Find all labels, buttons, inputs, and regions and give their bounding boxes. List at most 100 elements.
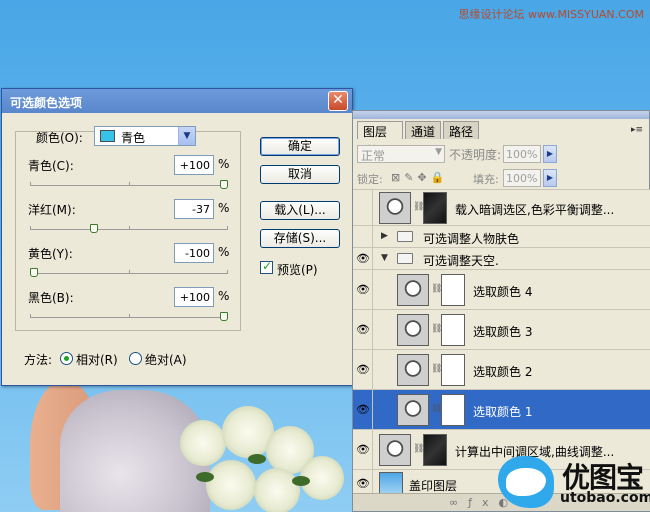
- layer-row[interactable]: 👁 ▼ 可选调整天空.: [353, 247, 650, 269]
- layer-row[interactable]: ▶ 可选调整人物肤色: [353, 225, 650, 247]
- close-icon: ✕: [332, 92, 344, 108]
- logo-name-en: utobao.com: [560, 490, 650, 506]
- rose: [254, 468, 300, 512]
- percent-unit: %: [218, 201, 230, 215]
- eye-icon: 👁: [356, 363, 370, 376]
- slider-tick: [30, 314, 31, 317]
- visibility-toggle[interactable]: 👁: [353, 350, 373, 389]
- leaf: [196, 472, 214, 482]
- site-watermark: 思缘设计论坛 www.MISSYUAN.COM: [458, 8, 644, 21]
- layer-row[interactable]: 👁 ⛓ 选取颜色 3: [353, 309, 650, 349]
- percent-unit: %: [218, 157, 230, 171]
- method-relative-radio[interactable]: [60, 352, 73, 365]
- visibility-toggle[interactable]: [353, 190, 373, 225]
- layer-mask-thumbnail: [423, 434, 447, 466]
- visibility-toggle[interactable]: 👁: [353, 390, 373, 429]
- tab-channels[interactable]: 通道: [405, 121, 441, 139]
- method-absolute-radio[interactable]: [129, 352, 142, 365]
- slider-label: 青色(C):: [28, 159, 74, 173]
- opacity-label: 不透明度:: [449, 148, 502, 162]
- save-button[interactable]: 存储(S)...: [260, 229, 340, 248]
- adjustment-layer-icon: [379, 192, 411, 224]
- layer-row[interactable]: 👁 ⛓ 选取颜色 2: [353, 349, 650, 389]
- tab-paths[interactable]: 路径: [443, 121, 479, 139]
- load-button[interactable]: 载入(L)...: [260, 201, 340, 220]
- panel-menu-icon[interactable]: ▸≡: [631, 125, 643, 135]
- layer-row[interactable]: 👁 ⛓ 选取颜色 4: [353, 269, 650, 309]
- slider-track[interactable]: [30, 273, 228, 274]
- visibility-toggle[interactable]: 👁: [353, 310, 373, 349]
- slider-track[interactable]: [30, 317, 228, 318]
- opacity-input[interactable]: 100%: [503, 145, 541, 163]
- slider-tick: [30, 226, 31, 229]
- adjustment-layer-icon: [379, 434, 411, 466]
- slider-tick: [30, 182, 31, 185]
- tab-layers-label: 图层: [363, 125, 388, 139]
- tab-layers[interactable]: 图层×: [357, 121, 403, 154]
- cancel-button[interactable]: 取消: [260, 165, 340, 184]
- slider-track[interactable]: [30, 185, 228, 186]
- percent-unit: %: [218, 245, 230, 259]
- slider-thumb[interactable]: [220, 312, 228, 321]
- adjustment-layer-icon: [397, 274, 429, 306]
- folder-icon: [397, 253, 413, 264]
- lock-label: 锁定:: [357, 173, 383, 186]
- slider-thumb[interactable]: [220, 180, 228, 189]
- panel-titlebar[interactable]: [353, 111, 649, 119]
- slider-thumb[interactable]: [89, 224, 98, 233]
- tab-paths-label: 路径: [449, 125, 474, 139]
- slider-value-input[interactable]: +100: [174, 287, 214, 307]
- color-swatch: [100, 130, 115, 142]
- layer-mask-thumbnail: [441, 314, 465, 346]
- layer-name: 选取颜色 4: [473, 285, 533, 299]
- layer-name: 选取颜色 3: [473, 325, 533, 339]
- adjustment-layer-icon: [397, 354, 429, 386]
- eye-icon: 👁: [356, 283, 370, 296]
- eye-icon: 👁: [356, 477, 370, 490]
- chevron-down-icon[interactable]: ▼: [178, 127, 195, 145]
- visibility-toggle[interactable]: 👁: [353, 270, 373, 309]
- layer-list: ⛓ 载入暗调选区,色彩平衡调整... ▶ 可选调整人物肤色 👁 ▼ 可选调整天空. 👁 ⛓ 选取颜…: [353, 189, 650, 497]
- lock-icons[interactable]: ⊠✎✥🔒: [391, 171, 448, 184]
- visibility-toggle[interactable]: 👁: [353, 430, 373, 469]
- slider-tick: [128, 226, 130, 229]
- chevron-down-icon: ▼: [435, 147, 442, 157]
- eye-icon: 👁: [356, 443, 370, 456]
- slider-track[interactable]: [30, 229, 228, 230]
- blend-mode-select[interactable]: 正常 ▼: [357, 145, 445, 163]
- slider-thumb[interactable]: [30, 268, 38, 277]
- layer-name: 载入暗调选区,色彩平衡调整...: [455, 203, 615, 217]
- slider-value-input[interactable]: +100: [174, 155, 214, 175]
- checkmark-icon: ✓: [262, 259, 273, 273]
- slider-label: 黑色(B):: [28, 291, 74, 305]
- eye-icon: 👁: [356, 403, 370, 416]
- dialog-title: 可选颜色选项: [10, 96, 83, 110]
- leaf: [292, 476, 310, 486]
- color-select[interactable]: 青色 ▼: [94, 126, 196, 146]
- expand-right-icon[interactable]: ▶: [381, 231, 388, 241]
- visibility-toggle[interactable]: 👁: [353, 248, 373, 269]
- preview-label: 预览(P): [277, 263, 318, 277]
- layer-mask-thumbnail: [423, 192, 447, 224]
- fill-label: 填充:: [473, 173, 499, 186]
- close-button[interactable]: ✕: [328, 91, 348, 111]
- fill-input[interactable]: 100%: [503, 169, 541, 187]
- ok-button[interactable]: 确定: [260, 137, 340, 156]
- layer-row[interactable]: ⛓ 载入暗调选区,色彩平衡调整...: [353, 189, 650, 225]
- layer-name: 选取颜色 1: [473, 405, 533, 419]
- expand-down-icon[interactable]: ▼: [381, 253, 388, 263]
- dialog-titlebar[interactable]: 可选颜色选项 ✕: [2, 89, 352, 113]
- color-select-value: 青色: [121, 131, 146, 145]
- fill-slider-button[interactable]: ▶: [543, 169, 557, 187]
- layer-name: 可选调整人物肤色: [423, 232, 520, 246]
- opacity-slider-button[interactable]: ▶: [543, 145, 557, 163]
- slider-value-input[interactable]: -37: [174, 199, 214, 219]
- preview-checkbox[interactable]: ✓: [260, 259, 273, 274]
- slider-label: 黄色(Y):: [28, 247, 73, 261]
- method-absolute-label: 绝对(A): [145, 353, 187, 367]
- layer-mask-thumbnail: [441, 394, 465, 426]
- selective-color-dialog: 可选颜色选项 ✕ 颜色(O): 青色 ▼ 青色(C): +100% 洋红(M): -3…: [1, 88, 353, 386]
- layer-row[interactable]: 👁 ⛓ 选取颜色 1: [353, 389, 650, 429]
- slider-value-input[interactable]: -100: [174, 243, 214, 263]
- visibility-toggle[interactable]: [353, 226, 373, 247]
